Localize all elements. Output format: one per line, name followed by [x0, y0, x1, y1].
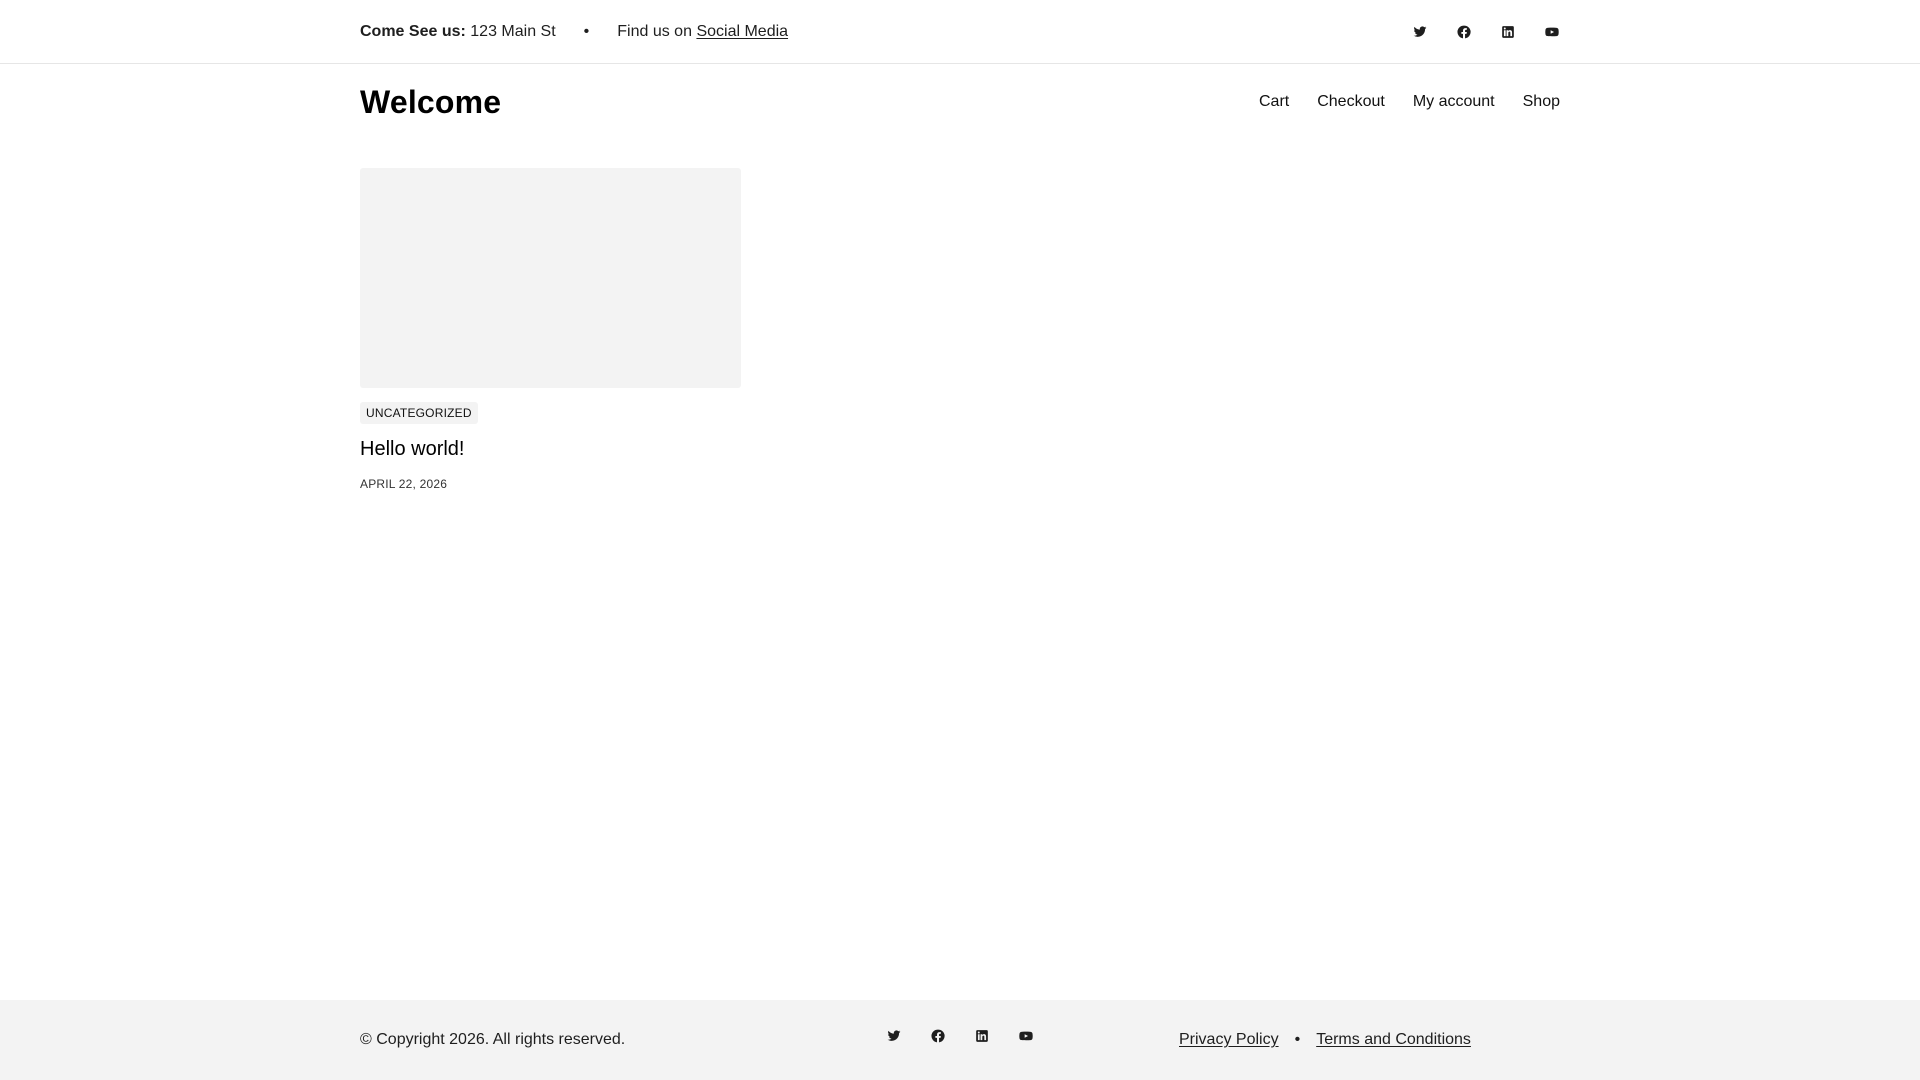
find-us-text: Find us on [617, 23, 692, 40]
address-value: 123 Main St [470, 23, 556, 40]
address-label: Come See us: [360, 23, 466, 40]
top-bar: Come See us: 123 Main St • Find us on So… [0, 0, 1920, 64]
youtube-icon[interactable] [1544, 24, 1560, 40]
top-bar-separator: • [583, 23, 590, 40]
top-bar-info: Come See us: 123 Main St • Find us on So… [360, 23, 788, 41]
privacy-policy-link[interactable]: Privacy Policy [1179, 1031, 1279, 1049]
post-card: UNCATEGORIZED Hello world! APRIL 22, 202… [360, 168, 741, 491]
nav-item-shop[interactable]: Shop [1523, 93, 1560, 111]
footer-social-icons [886, 1028, 1034, 1044]
post-date: APRIL 22, 2026 [360, 477, 448, 491]
top-bar-social-icons [1412, 24, 1560, 40]
post-category-badge[interactable]: UNCATEGORIZED [360, 402, 478, 424]
terms-and-conditions-link[interactable]: Terms and Conditions [1316, 1031, 1471, 1049]
nav-item-cart[interactable]: Cart [1259, 93, 1289, 111]
footer-copyright: © Copyright 2026. All rights reserved. [360, 1031, 626, 1048]
top-bar-inner: Come See us: 123 Main St • Find us on So… [360, 0, 1560, 64]
social-media-link[interactable]: Social Media [696, 23, 788, 41]
linkedin-icon[interactable] [1500, 24, 1516, 40]
twitter-icon[interactable] [1412, 24, 1428, 40]
footer-links: Privacy Policy • Terms and Conditions [1179, 1000, 1471, 1080]
site-footer: © Copyright 2026. All rights reserved. P… [0, 1000, 1920, 1080]
twitter-icon[interactable] [886, 1028, 902, 1044]
youtube-icon[interactable] [1018, 1028, 1034, 1044]
nav-item-checkout[interactable]: Checkout [1317, 93, 1385, 111]
site-header: Welcome Cart Checkout My account Shop [360, 64, 1560, 140]
linkedin-icon[interactable] [974, 1028, 990, 1044]
footer-separator: • [1294, 1031, 1301, 1048]
site-title[interactable]: Welcome [360, 84, 501, 121]
main-nav: Cart Checkout My account Shop [1259, 93, 1560, 111]
post-title[interactable]: Hello world! [360, 438, 741, 461]
facebook-icon[interactable] [1456, 24, 1472, 40]
post-featured-image[interactable] [360, 168, 741, 388]
facebook-icon[interactable] [930, 1028, 946, 1044]
nav-item-my-account[interactable]: My account [1413, 93, 1495, 111]
